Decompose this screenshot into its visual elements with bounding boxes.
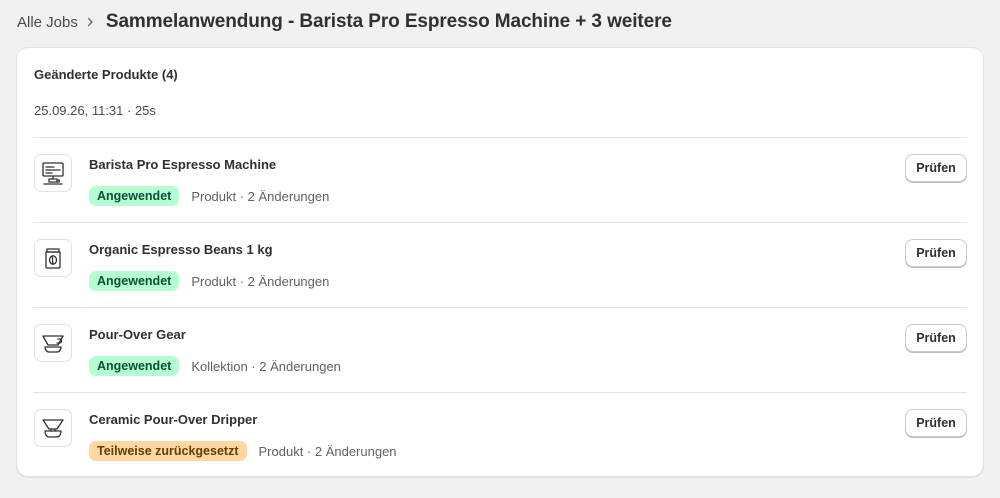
status-badge: Angewendet: [89, 356, 180, 376]
review-button[interactable]: Prüfen: [905, 239, 967, 267]
pour-over-icon: [34, 324, 72, 362]
list-item: Ceramic Pour-Over Dripper Teilweise zurü…: [33, 392, 967, 477]
item-status: Angewendet Produkt · 2 Änderungen: [89, 271, 329, 291]
breadcrumb: Alle Jobs Sammelanwendung - Barista Pro …: [17, 8, 672, 36]
list-item: Barista Pro Espresso Machine Angewendet …: [33, 137, 967, 222]
breadcrumb-all-jobs-link[interactable]: Alle Jobs: [17, 14, 78, 31]
changed-products-card: Geänderte Produkte (4) 25.09.26, 11:31 ·…: [16, 47, 984, 477]
status-badge: Angewendet: [89, 271, 180, 291]
dripper-icon: [34, 409, 72, 447]
item-status: Angewendet Kollektion · 2 Änderungen: [89, 356, 341, 376]
espresso-machine-icon: [34, 154, 72, 192]
item-status: Angewendet Produkt · 2 Änderungen: [89, 186, 329, 206]
item-title[interactable]: Barista Pro Espresso Machine: [89, 157, 276, 172]
coffee-bag-icon: [34, 239, 72, 277]
item-detail: Produkt · 2 Änderungen: [191, 273, 330, 289]
status-badge: Teilweise zurückgesetzt: [89, 441, 247, 461]
status-badge: Angewendet: [89, 186, 180, 206]
item-title[interactable]: Organic Espresso Beans 1 kg: [89, 242, 273, 257]
item-detail: Kollektion · 2 Änderungen: [191, 358, 341, 374]
chevron-right-icon: [84, 16, 96, 28]
item-detail: Produkt · 2 Änderungen: [191, 188, 330, 204]
job-timestamp-duration: 25.09.26, 11:31 · 25s: [34, 103, 156, 118]
item-title[interactable]: Ceramic Pour-Over Dripper: [89, 412, 257, 427]
page-title: Sammelanwendung - Barista Pro Espresso M…: [105, 11, 672, 32]
review-button[interactable]: Prüfen: [905, 154, 967, 182]
list-item: Organic Espresso Beans 1 kg Angewendet P…: [33, 222, 967, 307]
card-heading: Geänderte Produkte (4): [34, 67, 178, 82]
item-detail: Produkt · 2 Änderungen: [258, 443, 397, 459]
item-status: Teilweise zurückgesetzt Produkt · 2 Ände…: [89, 441, 397, 461]
product-list: Barista Pro Espresso Machine Angewendet …: [33, 137, 967, 477]
list-item: Pour-Over Gear Angewendet Kollektion · 2…: [33, 307, 967, 392]
review-button[interactable]: Prüfen: [905, 324, 967, 352]
review-button[interactable]: Prüfen: [905, 409, 967, 437]
item-title[interactable]: Pour-Over Gear: [89, 327, 186, 342]
